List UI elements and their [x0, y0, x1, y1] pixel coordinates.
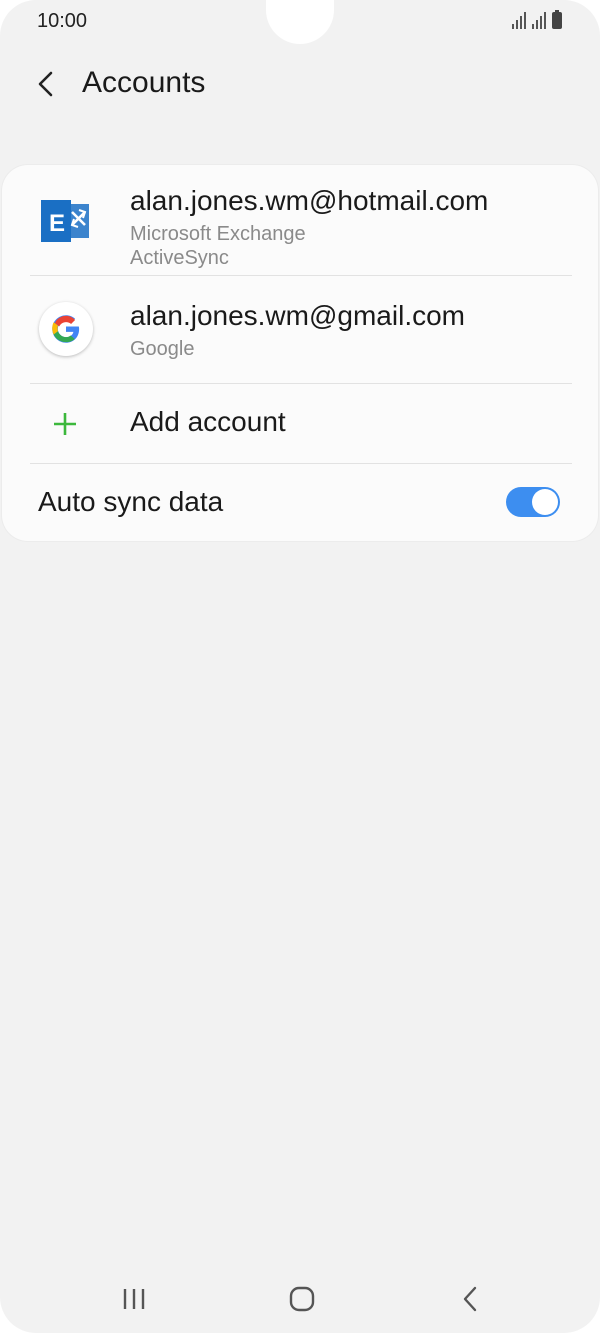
nav-back-button[interactable]: [450, 1282, 490, 1316]
account-type: Microsoft Exchange: [130, 223, 306, 245]
account-type: Google: [130, 338, 195, 360]
plus-icon: [54, 413, 76, 435]
navigation-bar: [0, 1270, 600, 1330]
signal-icon: [512, 11, 526, 29]
google-icon: [38, 301, 94, 357]
back-button[interactable]: [26, 64, 66, 104]
account-row-google[interactable]: alan.jones.wm@gmail.com Google: [2, 276, 598, 383]
chevron-left-icon: [38, 71, 53, 97]
back-icon: [463, 1286, 477, 1312]
status-time: 10:00: [37, 10, 88, 32]
page-title: Accounts: [82, 66, 206, 99]
auto-sync-row: Auto sync data: [2, 464, 598, 541]
account-row-exchange[interactable]: E alan.jones.wm@hotmail.com Microsoft Ex…: [2, 165, 598, 275]
recents-icon: [123, 1289, 145, 1309]
auto-sync-label: Auto sync data: [38, 486, 224, 517]
account-email: alan.jones.wm@gmail.com: [130, 300, 465, 331]
accounts-card: E alan.jones.wm@hotmail.com Microsoft Ex…: [2, 165, 598, 541]
screen: 10:00 Accounts E alan.jones.wm@hotmail.c…: [0, 0, 600, 1333]
account-type-line2: ActiveSync: [130, 247, 229, 269]
status-bar: 10:00: [0, 0, 600, 44]
auto-sync-toggle[interactable]: [506, 487, 560, 517]
recents-button[interactable]: [114, 1282, 154, 1316]
signal-icon: [532, 11, 546, 29]
svg-text:E: E: [49, 210, 65, 237]
home-icon: [289, 1286, 315, 1312]
add-account-button[interactable]: Add account: [2, 384, 598, 463]
toggle-knob: [532, 489, 558, 515]
add-account-label: Add account: [130, 406, 286, 437]
account-email: alan.jones.wm@hotmail.com: [130, 185, 489, 216]
exchange-icon: E: [38, 193, 94, 249]
app-bar: Accounts: [0, 50, 600, 120]
battery-icon: [552, 10, 562, 29]
status-icons: [512, 10, 562, 29]
home-button[interactable]: [282, 1282, 322, 1316]
